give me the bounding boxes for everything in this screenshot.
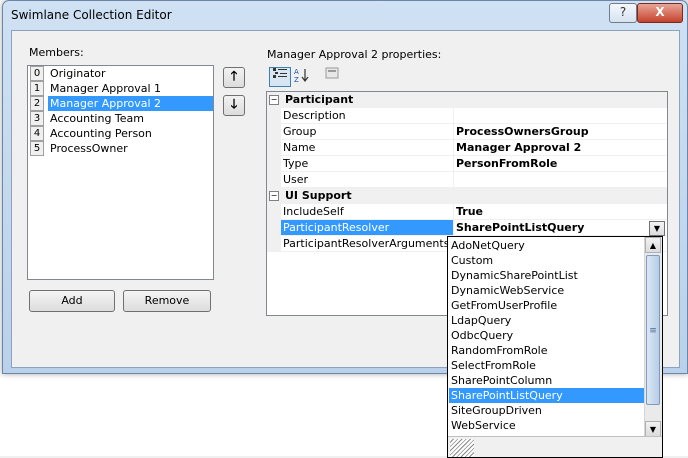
window-title: Swimlane Collection Editor: [11, 8, 172, 22]
scroll-thumb[interactable]: ≡: [646, 255, 660, 405]
property-name: ParticipantResolverArguments: [281, 236, 454, 252]
member-label: Manager Approval 1: [50, 82, 162, 95]
property-row[interactable]: ParticipantResolver SharePointListQuery ▼: [267, 220, 667, 236]
member-item[interactable]: 1 Manager Approval 1: [28, 81, 213, 96]
property-name: Group: [281, 124, 454, 140]
member-label: Accounting Person: [50, 127, 152, 140]
dropdown-option[interactable]: DynamicSharePointList: [449, 268, 647, 283]
member-label: Originator: [50, 67, 106, 80]
alphabetical-sort-icon[interactable]: AZ: [292, 67, 312, 85]
property-pages-icon[interactable]: [322, 67, 342, 85]
properties-label: Manager Approval 2 properties:: [267, 48, 442, 61]
collapse-icon[interactable]: −: [269, 95, 279, 105]
property-name: User: [281, 172, 454, 188]
property-value[interactable]: [453, 172, 667, 188]
property-row[interactable]: User: [267, 172, 667, 188]
categorized-view-icon[interactable]: [269, 67, 291, 87]
remove-button[interactable]: Remove: [123, 290, 211, 312]
row-gutter: [267, 140, 281, 156]
property-name: IncludeSelf: [281, 204, 454, 220]
property-value[interactable]: ProcessOwnersGroup: [453, 124, 667, 140]
dropdown-option[interactable]: WebService: [449, 418, 647, 433]
row-gutter: [267, 124, 281, 140]
row-gutter: [267, 220, 281, 236]
row-gutter: [267, 236, 281, 252]
dropdown-option[interactable]: DynamicWebService: [449, 283, 647, 298]
dropdown-option[interactable]: GetFromUserProfile: [449, 298, 647, 313]
title-bar[interactable]: Swimlane Collection Editor ? X: [3, 1, 687, 29]
member-item[interactable]: 5 ProcessOwner: [28, 141, 213, 156]
member-label: ProcessOwner: [50, 142, 128, 155]
member-index: 3: [30, 111, 44, 126]
member-index: 5: [30, 141, 44, 156]
member-index: 1: [30, 81, 44, 96]
dropdown-option[interactable]: RandomFromRole: [449, 343, 647, 358]
member-item[interactable]: 3 Accounting Team: [28, 111, 213, 126]
member-item[interactable]: 0 Originator: [28, 66, 213, 81]
dropdown-scrollbar[interactable]: ▲ ≡ ▼: [644, 237, 662, 437]
member-index: 4: [30, 126, 44, 141]
property-row[interactable]: Group ProcessOwnersGroup: [267, 124, 667, 140]
member-label: Accounting Team: [50, 112, 144, 125]
arrow-up-icon: 🡑: [230, 69, 238, 84]
category-row[interactable]: − Participant: [267, 92, 667, 108]
scroll-down-icon[interactable]: ▼: [645, 421, 661, 437]
dropdown-footer: [448, 436, 662, 457]
move-up-button[interactable]: 🡑: [223, 67, 245, 88]
dropdown-option[interactable]: SelectFromRole: [449, 358, 647, 373]
member-index: 0: [30, 66, 44, 81]
property-row[interactable]: Name Manager Approval 2: [267, 140, 667, 156]
svg-text:A: A: [294, 68, 299, 76]
move-down-button[interactable]: 🡓: [223, 95, 245, 116]
resize-grip-icon[interactable]: [450, 439, 474, 457]
property-value[interactable]: PersonFromRole: [453, 156, 667, 172]
members-list[interactable]: 0 Originator 1 Manager Approval 1 2 Manager A…: [27, 65, 214, 280]
collapse-icon[interactable]: −: [269, 191, 279, 201]
dropdown-option[interactable]: SiteGroupDriven: [449, 403, 647, 418]
category-label: Participant: [285, 93, 354, 106]
dropdown-option[interactable]: LdapQuery: [449, 313, 647, 328]
row-gutter: [267, 204, 281, 220]
property-value[interactable]: True: [453, 204, 667, 220]
participant-resolver-dropdown[interactable]: WebService SiteGroupDriven SharePointListQ…: [447, 236, 663, 458]
dropdown-option[interactable]: SharePointListQuery: [449, 388, 647, 403]
members-label: Members:: [29, 46, 84, 59]
row-gutter: [267, 108, 281, 124]
dropdown-arrow-icon[interactable]: ▼: [649, 221, 665, 236]
category-label: UI Support: [285, 189, 352, 202]
row-gutter: [267, 156, 281, 172]
dropdown-option[interactable]: SharePointColumn: [449, 373, 647, 388]
property-name: Description: [281, 108, 454, 124]
property-row[interactable]: Type PersonFromRole: [267, 156, 667, 172]
property-name: Name: [281, 140, 454, 156]
help-button[interactable]: ?: [609, 3, 637, 23]
row-gutter: [267, 172, 281, 188]
member-item[interactable]: 4 Accounting Person: [28, 126, 213, 141]
property-grid-toolbar: AZ: [267, 65, 499, 87]
member-index: 2: [30, 96, 44, 111]
scroll-up-icon[interactable]: ▲: [645, 237, 661, 253]
svg-text:Z: Z: [294, 76, 299, 83]
property-value[interactable]: [453, 108, 667, 124]
member-label: Manager Approval 2: [48, 96, 213, 111]
dropdown-option[interactable]: Custom: [449, 253, 647, 268]
property-name: Type: [281, 156, 454, 172]
property-row[interactable]: Description: [267, 108, 667, 124]
dropdown-option[interactable]: OdbcQuery: [449, 328, 647, 343]
close-button[interactable]: X: [637, 3, 683, 23]
member-item[interactable]: 2 Manager Approval 2: [28, 96, 213, 111]
arrow-down-icon: 🡓: [230, 97, 238, 112]
property-row[interactable]: IncludeSelf True: [267, 204, 667, 220]
property-value[interactable]: SharePointListQuery: [453, 220, 667, 236]
property-value[interactable]: Manager Approval 2: [453, 140, 667, 156]
property-name: ParticipantResolver: [281, 220, 454, 236]
dropdown-option[interactable]: AdoNetQuery: [449, 238, 647, 253]
add-button[interactable]: Add: [29, 290, 115, 312]
category-row[interactable]: − UI Support: [267, 188, 667, 204]
